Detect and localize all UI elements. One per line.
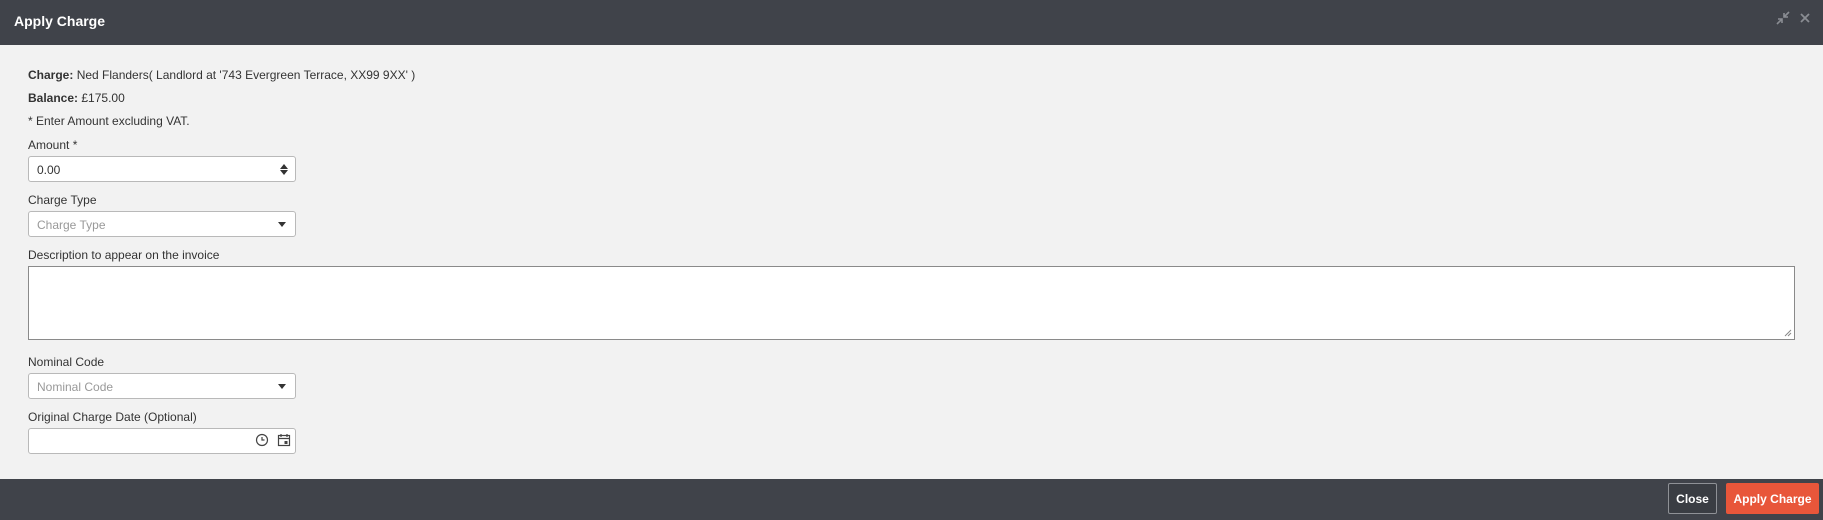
balance-value: £175.00: [81, 91, 125, 105]
charge-type-select[interactable]: Charge Type: [28, 211, 296, 237]
clock-icon[interactable]: [255, 433, 269, 450]
header-icons: [1775, 10, 1813, 26]
vat-note: * Enter Amount excluding VAT.: [28, 114, 190, 128]
date-picker-icons: [255, 433, 291, 450]
nominal-code-placeholder: Nominal Code: [37, 380, 114, 394]
amount-label: Amount *: [28, 138, 78, 152]
decrement-icon[interactable]: [280, 169, 288, 175]
apply-charge-button[interactable]: Apply Charge: [1726, 483, 1819, 514]
nominal-code-label: Nominal Code: [28, 355, 105, 369]
original-charge-date-label: Original Charge Date (Optional): [28, 410, 197, 424]
charge-type-placeholder: Charge Type: [37, 218, 106, 232]
close-icon[interactable]: [1797, 10, 1813, 26]
dialog-footer: Close Apply Charge: [0, 479, 1823, 520]
increment-icon[interactable]: [280, 163, 288, 169]
chevron-down-icon[interactable]: [278, 222, 286, 227]
charge-info: Charge: Ned Flanders( Landlord at '743 E…: [28, 68, 415, 82]
description-label: Description to appear on the invoice: [28, 248, 220, 262]
description-textarea[interactable]: [28, 266, 1795, 340]
original-charge-date-input[interactable]: [28, 428, 296, 454]
amount-stepper[interactable]: [279, 160, 289, 178]
charge-type-label: Charge Type: [28, 193, 97, 207]
amount-value: 0.00: [37, 163, 61, 177]
apply-charge-dialog: Apply Charge Charge: Ned Flanders( Landl…: [0, 0, 1823, 520]
calendar-icon[interactable]: [277, 433, 291, 450]
collapse-icon[interactable]: [1775, 10, 1791, 26]
nominal-code-select[interactable]: Nominal Code: [28, 373, 296, 399]
chevron-down-icon[interactable]: [278, 384, 286, 389]
charge-value: Ned Flanders( Landlord at '743 Evergreen…: [76, 68, 416, 82]
dialog-title: Apply Charge: [14, 13, 106, 29]
charge-label: Charge:: [28, 68, 74, 82]
resize-grip-icon[interactable]: [1784, 329, 1792, 337]
amount-input[interactable]: 0.00: [28, 156, 296, 182]
close-button[interactable]: Close: [1668, 483, 1717, 514]
dialog-header: Apply Charge: [0, 0, 1823, 45]
balance-label: Balance:: [28, 91, 79, 105]
balance-info: Balance: £175.00: [28, 91, 125, 105]
